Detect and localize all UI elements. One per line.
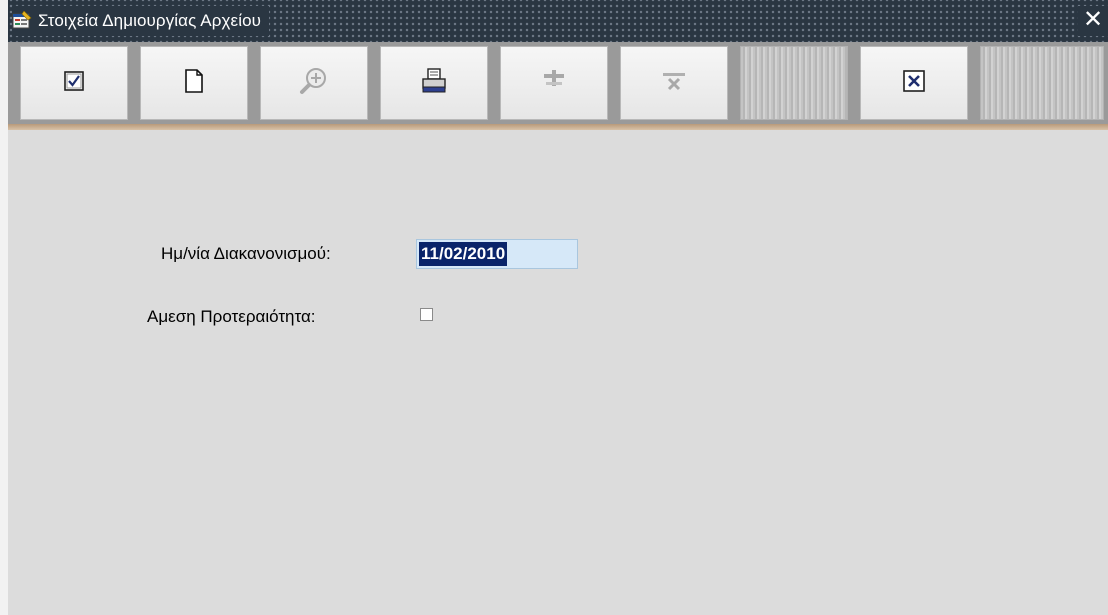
settlement-date-field[interactable]: 11/02/2010	[416, 239, 578, 269]
form-window: Στοιχεία Δημιουργίας Αρχείου ✕ Ημ/νία Δι…	[8, 0, 1108, 615]
exit-button[interactable]	[860, 46, 968, 120]
toolbar	[8, 42, 1108, 124]
new-document-icon	[183, 68, 205, 99]
insert-record-icon	[540, 69, 568, 97]
exit-icon	[902, 69, 926, 98]
print-button[interactable]	[380, 46, 488, 120]
priority-label: Αμεση Προτεραιότητα:	[147, 307, 316, 326]
title-area: Στοιχεία Δημιουργίας Αρχείου	[12, 6, 270, 36]
form-canvas: Ημ/νία Διακανονισμού: 11/02/2010 Αμεση Π…	[8, 130, 1108, 615]
insert-record-button[interactable]	[500, 46, 608, 120]
toolbar-spacer-end	[980, 46, 1104, 120]
delete-record-button[interactable]	[620, 46, 728, 120]
save-check-icon	[63, 70, 85, 97]
print-icon	[420, 67, 448, 100]
app-form-icon	[12, 10, 32, 31]
zoom-search-icon	[299, 66, 329, 101]
settlement-date-label: Ημ/νία Διακανονισμού:	[161, 244, 331, 263]
zoom-button[interactable]	[260, 46, 368, 120]
title-bar[interactable]: Στοιχεία Δημιουργίας Αρχείου ✕	[8, 0, 1108, 42]
delete-record-icon	[660, 70, 688, 97]
settlement-date-value: 11/02/2010	[419, 242, 508, 266]
priority-checkbox[interactable]	[420, 308, 433, 321]
close-icon[interactable]: ✕	[1078, 6, 1108, 36]
toolbar-spacer	[740, 46, 848, 120]
save-button[interactable]	[20, 46, 128, 120]
new-document-button[interactable]	[140, 46, 248, 120]
window-title: Στοιχεία Δημιουργίας Αρχείου	[38, 11, 262, 30]
